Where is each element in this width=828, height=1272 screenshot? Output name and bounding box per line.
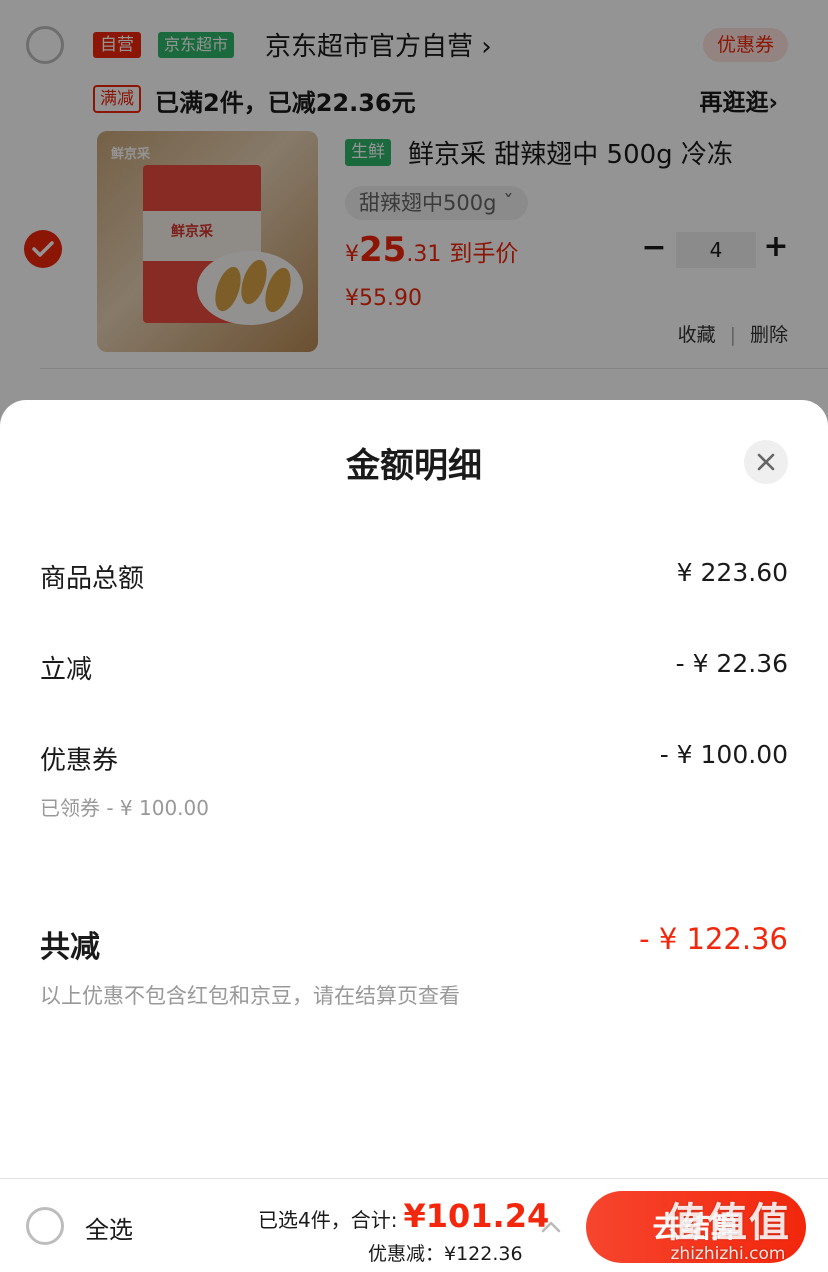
goods-total-label: 商品总额 [40,564,145,594]
modal-overlay[interactable] [0,0,828,420]
chevron-up-icon[interactable] [539,1217,563,1237]
watermark-url: zhizhizhi.com [670,1244,786,1264]
coupon-claimed-text: 已领券 - ¥ 100.00 [40,796,209,820]
goods-total-row: 商品总额 ¥ 223.60 [40,558,788,598]
select-all-label[interactable]: 全选 [85,1210,133,1245]
sum-line: 已选4件，合计: ¥101.24 [258,1197,549,1235]
watermark: 值值值 zhizhizhi.com [665,1190,791,1264]
coupon-label: 优惠券 [40,746,119,776]
discount-note: 以上优惠不包含红包和京豆，请在结算页查看 [40,984,460,1008]
close-button[interactable] [744,440,788,484]
instant-discount-row: 立减 - ¥ 22.36 [40,649,788,689]
selected-count-text: 已选4件，合计: [258,1208,398,1232]
total-discount-label: 共减 [40,930,100,965]
sheet-title: 金额明细 [346,446,482,486]
instant-discount-label: 立减 [40,655,93,685]
watermark-logo: 值值值 [665,1200,791,1246]
instant-discount-value: - ¥ 22.36 [675,649,788,678]
total-discount-value: - ¥ 122.36 [639,922,788,956]
coupon-value: - ¥ 100.00 [659,740,788,769]
select-all-radio[interactable] [26,1207,64,1245]
goods-total-value: ¥ 223.60 [676,558,788,587]
total-discount-row: 共减 - ¥ 122.36 [40,922,788,966]
coupon-row: 优惠券 - ¥ 100.00 已领券 - ¥ 100.00 [40,740,788,830]
close-icon [757,453,775,471]
total-amount: ¥101.24 [403,1197,550,1235]
amount-detail-sheet: 金额明细 商品总额 ¥ 223.60 立减 - ¥ 22.36 优惠券 - ¥ … [0,400,828,1180]
bar-discount-text: 优惠减：¥122.36 [368,1243,523,1265]
